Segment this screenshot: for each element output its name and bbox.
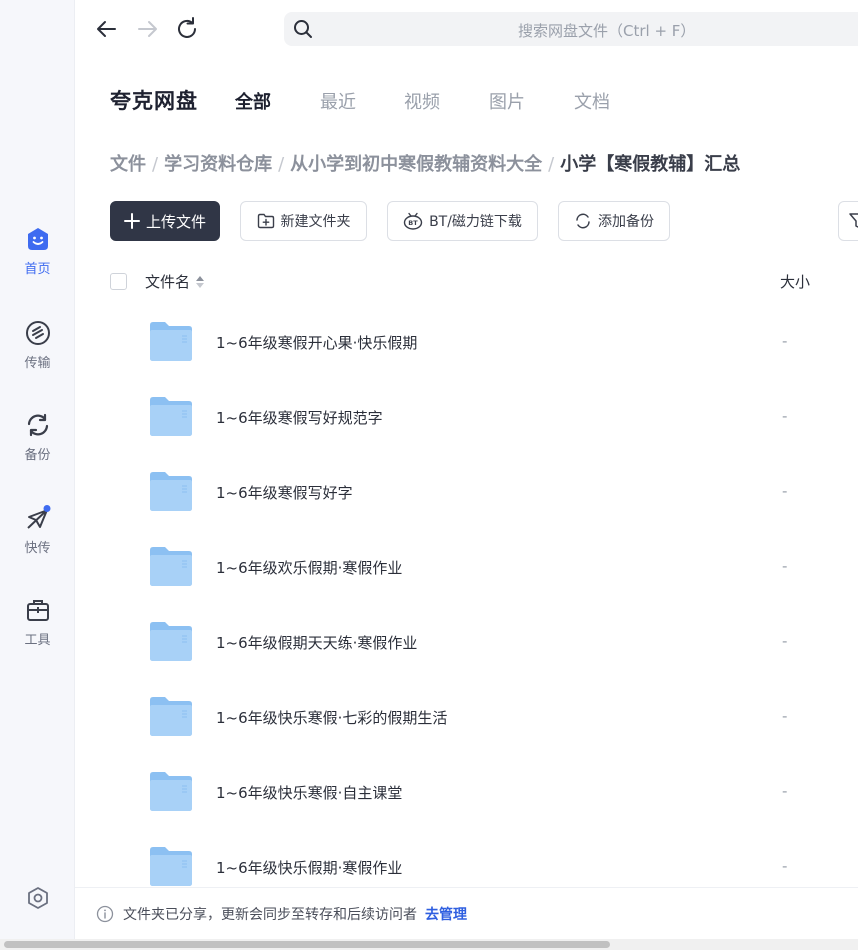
file-row[interactable]: 1~6年级快乐寒假·七彩的假期生活 - bbox=[75, 684, 858, 759]
scrollbar-thumb[interactable] bbox=[4, 941, 610, 948]
file-name[interactable]: 1~6年级寒假写好字 bbox=[216, 482, 353, 503]
share-notice-text: 文件夹已分享，更新会同步至转存和后续访问者 bbox=[123, 906, 417, 923]
folder-icon bbox=[150, 697, 192, 736]
horizontal-scrollbar[interactable] bbox=[0, 939, 858, 950]
file-size: - bbox=[782, 407, 788, 425]
folder-icon bbox=[150, 547, 192, 586]
file-row[interactable]: 1~6年级假期天天练·寒假作业 - bbox=[75, 609, 858, 684]
file-size: - bbox=[782, 782, 788, 800]
manage-link[interactable]: 去管理 bbox=[425, 904, 467, 924]
file-row[interactable]: 1~6年级快乐假期·寒假作业 - bbox=[75, 834, 858, 887]
file-row[interactable]: 1~6年级快乐寒假·自主课堂 - bbox=[75, 759, 858, 834]
file-name[interactable]: 1~6年级快乐假期·寒假作业 bbox=[216, 857, 402, 878]
file-size: - bbox=[782, 632, 788, 650]
file-row[interactable]: 1~6年级寒假开心果·快乐假期 - bbox=[75, 309, 858, 384]
folder-icon bbox=[150, 322, 192, 361]
file-size: - bbox=[782, 557, 788, 575]
file-size: - bbox=[782, 332, 788, 350]
folder-icon bbox=[150, 772, 192, 811]
file-list: 1~6年级寒假开心果·快乐假期 - 1~6年级寒假写好规范字 - 1~6年级寒假写好字 -… bbox=[0, 0, 858, 887]
folder-icon bbox=[150, 472, 192, 511]
settings-icon[interactable] bbox=[26, 886, 50, 910]
file-row[interactable]: 1~6年级寒假写好字 - bbox=[75, 459, 858, 534]
file-size: - bbox=[782, 482, 788, 500]
file-row[interactable]: 1~6年级寒假写好规范字 - bbox=[75, 384, 858, 459]
file-name[interactable]: 1~6年级快乐寒假·七彩的假期生活 bbox=[216, 707, 447, 728]
file-size: - bbox=[782, 857, 788, 875]
file-name[interactable]: 1~6年级快乐寒假·自主课堂 bbox=[216, 782, 402, 803]
folder-icon bbox=[150, 397, 192, 436]
file-name[interactable]: 1~6年级寒假写好规范字 bbox=[216, 407, 383, 428]
share-notice-bar: 文件夹已分享，更新会同步至转存和后续访问者 去管理 bbox=[75, 887, 858, 939]
info-icon bbox=[96, 905, 114, 922]
file-row[interactable]: 1~6年级欢乐假期·寒假作业 - bbox=[75, 534, 858, 609]
file-name[interactable]: 1~6年级寒假开心果·快乐假期 bbox=[216, 332, 417, 353]
folder-icon bbox=[150, 847, 192, 886]
file-name[interactable]: 1~6年级欢乐假期·寒假作业 bbox=[216, 557, 402, 578]
folder-icon bbox=[150, 622, 192, 661]
file-name[interactable]: 1~6年级假期天天练·寒假作业 bbox=[216, 632, 417, 653]
file-size: - bbox=[782, 707, 788, 725]
